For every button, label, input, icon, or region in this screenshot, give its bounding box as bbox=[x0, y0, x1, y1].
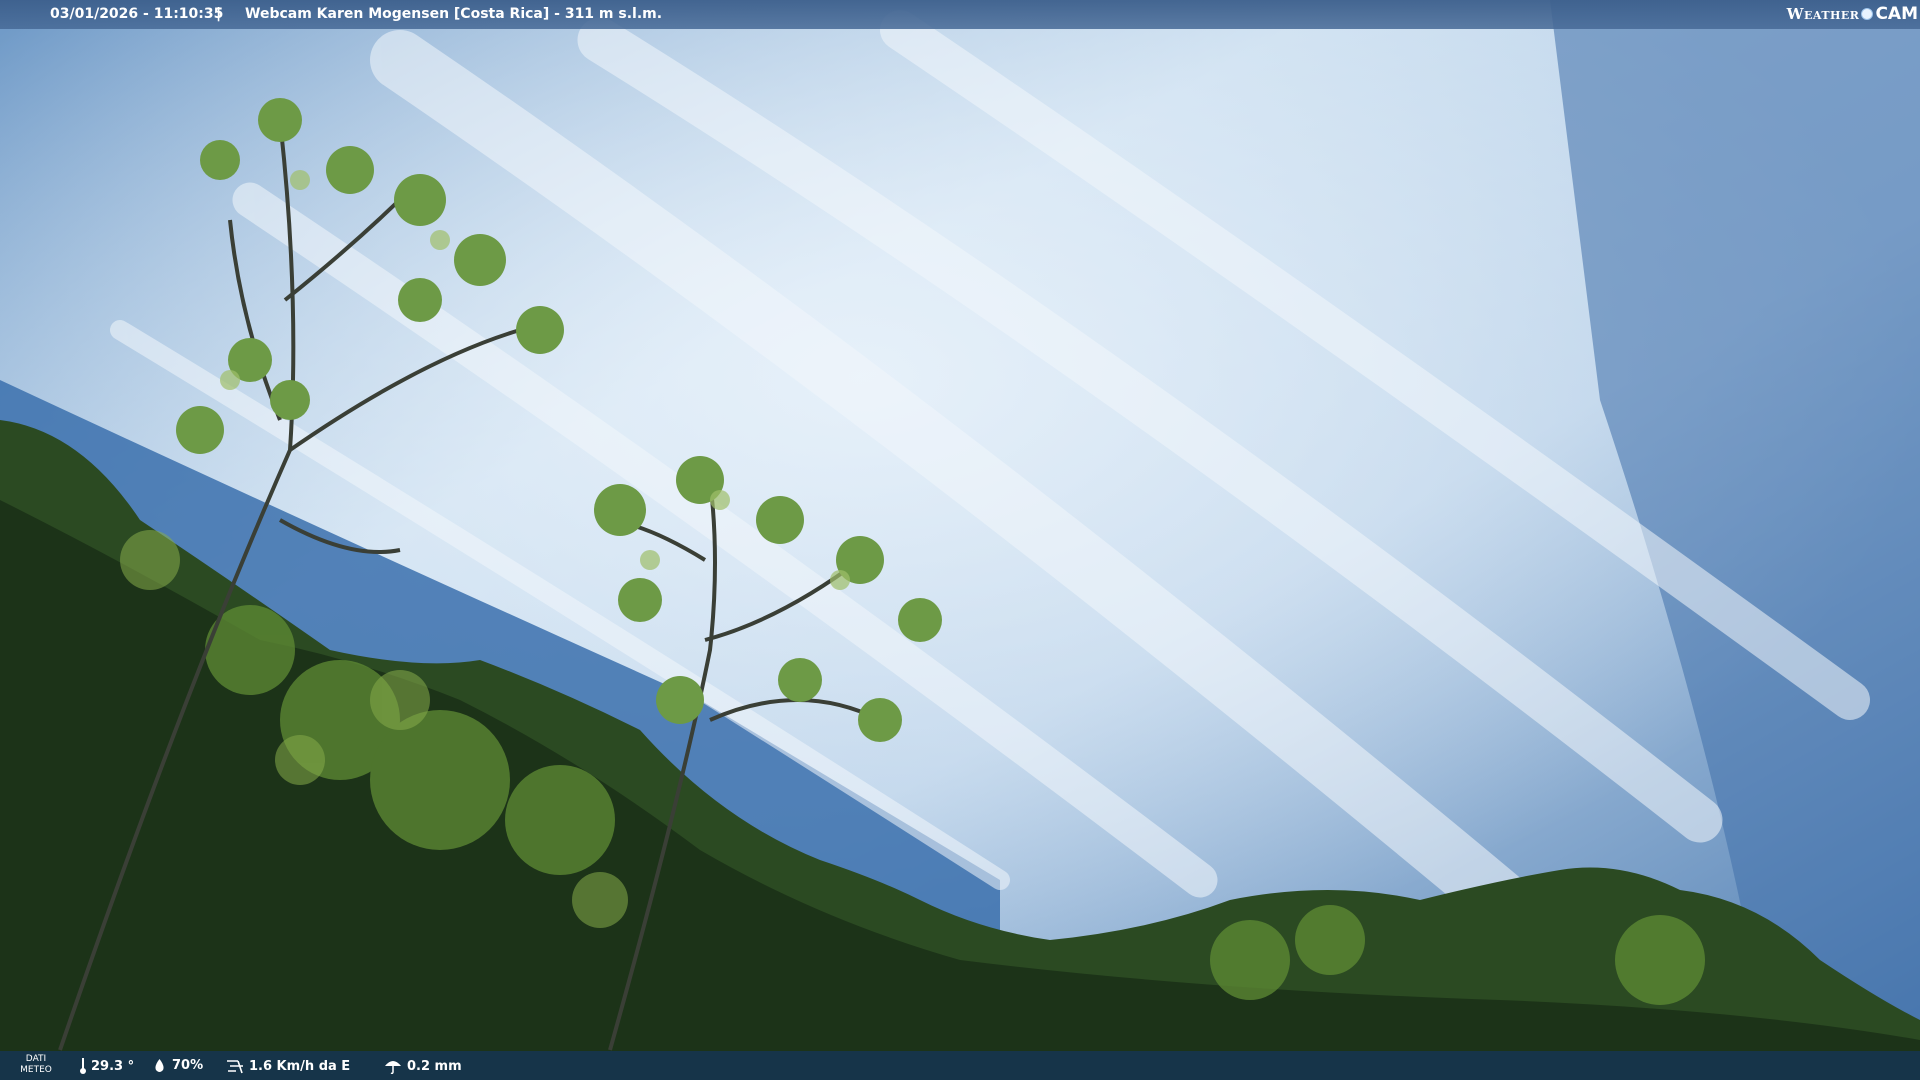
logo-text-weather: Weather bbox=[1786, 5, 1860, 23]
rain-value: 0.2 mm bbox=[407, 1058, 462, 1074]
weathercam-logo[interactable]: Weather CAM bbox=[1787, 2, 1918, 26]
datetime: 03/01/2026 - 11:10:35 bbox=[50, 6, 224, 22]
logo-dot-icon bbox=[1861, 8, 1874, 20]
rain-icon bbox=[385, 1061, 401, 1074]
header-separator: | bbox=[216, 6, 222, 22]
humidity-value: 70% bbox=[172, 1058, 204, 1073]
temperature-value: 29.3 ° bbox=[91, 1058, 135, 1074]
thermometer-icon bbox=[80, 1058, 86, 1074]
webcam-image bbox=[0, 0, 1920, 1080]
dati-meteo-label: DATI METEO bbox=[20, 1054, 52, 1075]
humidity-reading: 70% bbox=[152, 1058, 203, 1073]
rain-reading: 0.2 mm bbox=[384, 1058, 462, 1074]
humidity-icon bbox=[155, 1059, 164, 1072]
webcam-title: Webcam Karen Mogensen [Costa Rica] - 311… bbox=[245, 6, 663, 22]
weather-data-bar: DATI METEO 29.3 ° 70% 1.6 Km/h da E 0.2 … bbox=[0, 1051, 1920, 1080]
wind-icon bbox=[227, 1060, 243, 1074]
logo-text-cam: CAM bbox=[1875, 4, 1918, 24]
wind-value: 1.6 Km/h da E bbox=[249, 1058, 351, 1074]
temperature-reading: 29.3 ° bbox=[80, 1058, 134, 1074]
header-bar: 03/01/2026 - 11:10:35 | Webcam Karen Mog… bbox=[0, 0, 1920, 29]
wind-reading: 1.6 Km/h da E bbox=[226, 1058, 350, 1074]
